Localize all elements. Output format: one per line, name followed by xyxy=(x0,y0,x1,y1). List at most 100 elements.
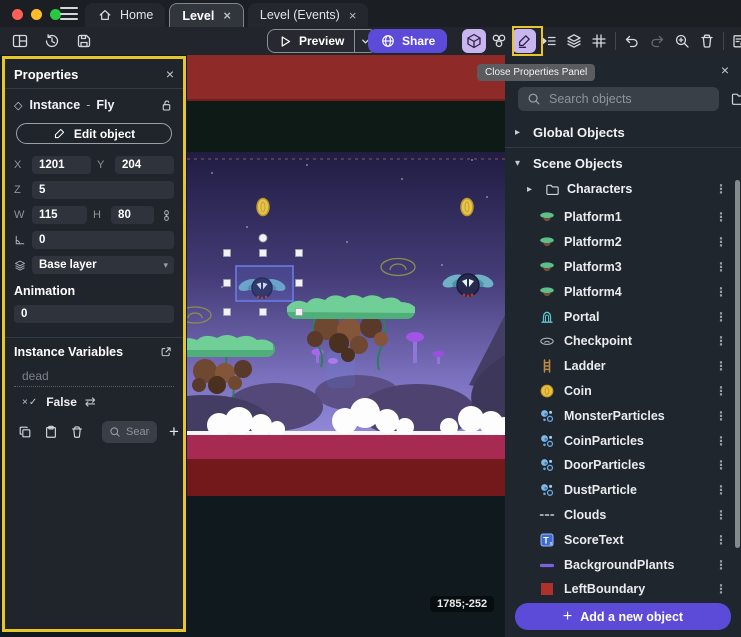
section-global-objects[interactable]: ▸ Global Objects xyxy=(505,119,741,145)
history-icon[interactable] xyxy=(40,29,64,53)
width-field[interactable] xyxy=(32,206,87,224)
object-row[interactable]: CoinParticles⋮ xyxy=(505,428,741,453)
menu-icon[interactable] xyxy=(60,7,78,20)
object-row[interactable]: Coin⋮ xyxy=(505,379,741,404)
object-menu-icon[interactable]: ⋮ xyxy=(709,260,733,274)
save-icon[interactable] xyxy=(72,29,96,53)
cube-3d-icon[interactable] xyxy=(462,29,486,53)
object-menu-icon[interactable]: ⋮ xyxy=(709,310,733,324)
edit-object-button[interactable]: Edit object xyxy=(16,123,172,144)
redo-icon[interactable] xyxy=(645,29,669,53)
variable-name[interactable]: dead xyxy=(14,367,174,387)
height-field[interactable] xyxy=(111,206,154,224)
add-object-button[interactable]: + Add a new object xyxy=(515,603,731,630)
ladder-icon xyxy=(539,358,555,374)
object-row[interactable]: BackgroundPlants⋮ xyxy=(505,552,741,577)
link-dimensions-icon[interactable] xyxy=(160,209,174,222)
object-menu-icon[interactable]: ⋮ xyxy=(709,409,733,423)
top-boundary-band[interactable] xyxy=(187,55,505,101)
trash-icon[interactable] xyxy=(695,29,719,53)
object-row[interactable]: Platform4⋮ xyxy=(505,279,741,304)
instances-list-icon[interactable] xyxy=(537,29,561,53)
titlebar: Home Level × Level (Events) × xyxy=(0,0,741,27)
object-row[interactable]: MonsterParticles⋮ xyxy=(505,403,741,428)
object-group-icon[interactable] xyxy=(487,29,511,53)
object-menu-icon[interactable]: ⋮ xyxy=(709,182,733,196)
object-menu-icon[interactable]: ⋮ xyxy=(709,334,733,348)
tab-level-events[interactable]: Level (Events) × xyxy=(248,3,369,27)
variables-search-input[interactable] xyxy=(126,426,150,438)
animation-field[interactable] xyxy=(14,305,174,323)
preview-button[interactable]: Preview xyxy=(267,29,377,53)
edit-pencil-icon[interactable] xyxy=(512,29,536,53)
open-variables-icon[interactable] xyxy=(158,344,174,360)
edit-notes-icon[interactable] xyxy=(728,29,741,53)
tab-level[interactable]: Level × xyxy=(169,3,244,27)
angle-field[interactable] xyxy=(32,231,174,249)
unlock-icon[interactable] xyxy=(158,97,174,113)
grid-icon[interactable] xyxy=(587,29,611,53)
layer-select[interactable]: Base layer ▾ xyxy=(32,256,174,274)
close-tab-icon[interactable]: × xyxy=(349,8,357,23)
zoom-in-icon[interactable] xyxy=(670,29,694,53)
object-row[interactable]: Portal⋮ xyxy=(505,304,741,329)
undo-icon[interactable] xyxy=(620,29,644,53)
object-row[interactable]: DustParticle⋮ xyxy=(505,478,741,503)
close-window-button[interactable] xyxy=(12,9,23,20)
close-objects-panel-icon[interactable]: × xyxy=(721,63,729,77)
checkpoint-icon xyxy=(539,333,555,349)
object-row[interactable]: Clouds⋮ xyxy=(505,503,741,528)
object-menu-icon[interactable]: ⋮ xyxy=(709,508,733,522)
coin[interactable] xyxy=(257,199,269,216)
objects-scrollbar[interactable] xyxy=(735,180,740,548)
object-menu-icon[interactable]: ⋮ xyxy=(709,434,733,448)
folder-characters[interactable]: ▸ Characters ⋮ xyxy=(505,176,741,202)
panels-icon[interactable] xyxy=(8,29,32,53)
toggle-value-icon[interactable]: ⇄ xyxy=(85,394,96,410)
minimize-window-button[interactable] xyxy=(31,9,42,20)
x-field[interactable] xyxy=(32,156,91,174)
z-field[interactable] xyxy=(32,181,174,199)
selection-box[interactable] xyxy=(236,266,293,301)
share-button[interactable]: Share xyxy=(368,29,447,53)
object-menu-icon[interactable]: ⋮ xyxy=(709,582,733,596)
objects-search[interactable] xyxy=(518,87,719,111)
object-menu-icon[interactable]: ⋮ xyxy=(709,285,733,299)
y-field[interactable] xyxy=(115,156,174,174)
object-menu-icon[interactable]: ⋮ xyxy=(709,235,733,249)
coin[interactable] xyxy=(461,199,473,216)
object-row[interactable]: Platform2⋮ xyxy=(505,230,741,255)
object-menu-icon[interactable]: ⋮ xyxy=(709,533,733,547)
variable-value-row[interactable]: ×✓ False ⇄ xyxy=(14,393,174,411)
object-row[interactable]: Platform3⋮ xyxy=(505,255,741,280)
object-menu-icon[interactable]: ⋮ xyxy=(709,558,733,572)
layers-icon[interactable] xyxy=(562,29,586,53)
object-row[interactable]: TxScoreText⋮ xyxy=(505,527,741,552)
home-icon xyxy=(97,7,113,23)
section-scene-objects[interactable]: ▾ Scene Objects xyxy=(505,150,741,176)
window-controls[interactable] xyxy=(12,9,61,20)
object-menu-icon[interactable]: ⋮ xyxy=(709,483,733,497)
object-menu-icon[interactable]: ⋮ xyxy=(709,359,733,373)
object-row[interactable]: LeftBoundary⋮ xyxy=(505,577,741,602)
object-row[interactable]: Checkpoint⋮ xyxy=(505,329,741,354)
scene-canvas[interactable]: 1785;-252 xyxy=(187,55,505,637)
paste-icon[interactable] xyxy=(40,421,62,443)
object-row[interactable]: Ladder⋮ xyxy=(505,354,741,379)
object-row[interactable]: Platform1⋮ xyxy=(505,205,741,230)
add-variable-button[interactable]: + xyxy=(169,422,179,442)
bottom-boundary-band[interactable] xyxy=(187,459,505,496)
object-menu-icon[interactable]: ⋮ xyxy=(709,458,733,472)
tab-home[interactable]: Home xyxy=(85,3,165,27)
close-tab-icon[interactable]: × xyxy=(223,8,231,23)
objects-search-input[interactable] xyxy=(549,92,710,106)
variables-search[interactable] xyxy=(102,421,157,443)
trash-icon[interactable] xyxy=(66,421,88,443)
add-folder-icon[interactable] xyxy=(727,87,741,111)
copy-icon[interactable] xyxy=(14,421,36,443)
close-properties-icon[interactable]: × xyxy=(166,67,174,81)
object-menu-icon[interactable]: ⋮ xyxy=(709,384,733,398)
tab-bar: Home Level × Level (Events) × xyxy=(85,0,368,27)
object-menu-icon[interactable]: ⋮ xyxy=(709,210,733,224)
object-row[interactable]: DoorParticles⋮ xyxy=(505,453,741,478)
